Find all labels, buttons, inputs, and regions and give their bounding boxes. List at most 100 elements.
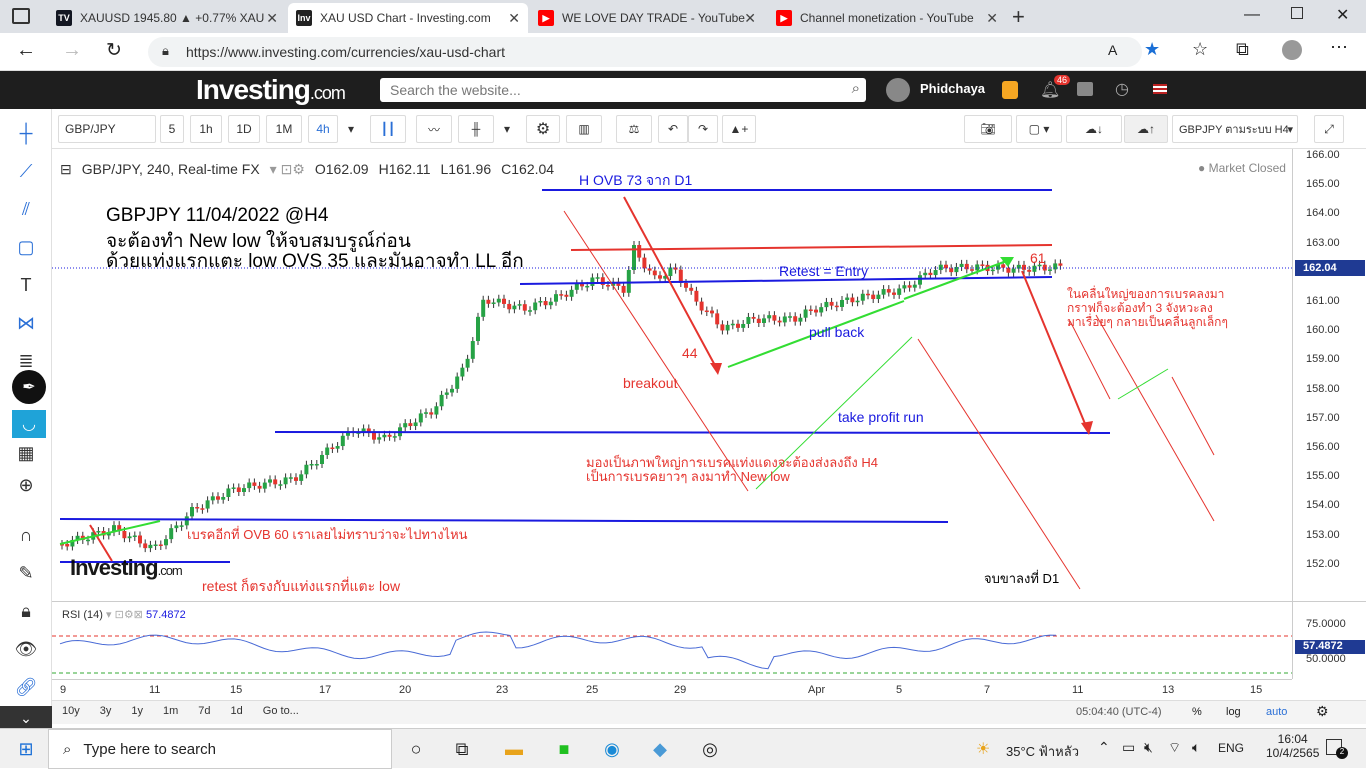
network-icon[interactable]: ▭	[1122, 739, 1135, 756]
restore-icon[interactable]	[1291, 7, 1303, 19]
chevron-down-icon[interactable]: ▾	[498, 115, 516, 143]
new-tab-icon[interactable]: +	[1012, 4, 1025, 30]
interval-1d[interactable]: 1D	[228, 115, 260, 143]
range-button[interactable]: 10y	[62, 705, 80, 717]
clock-icon[interactable]: ◷	[1115, 79, 1129, 99]
collapse-icon[interactable]: ⌄	[0, 706, 52, 730]
tab-xauusd[interactable]: TV XAUUSD 1945.80 ▲ +0.77% XAU ✕	[48, 3, 286, 33]
range-button[interactable]: 1m	[163, 705, 178, 717]
range-button[interactable]: 7d	[198, 705, 210, 717]
range-button[interactable]: Go to...	[263, 705, 299, 717]
speaker-icon[interactable]: 🔈︎	[1192, 739, 1200, 756]
us-flag-icon[interactable]	[1153, 84, 1167, 94]
pattern-icon[interactable]: ⋈	[12, 309, 40, 337]
tray-chevron-icon[interactable]: ⌃	[1098, 739, 1110, 756]
weather-text[interactable]: 35°C ฟ้าหลัว	[1006, 741, 1079, 762]
text-icon[interactable]: T	[12, 271, 40, 299]
compare-icon[interactable]: ⚖	[616, 115, 652, 143]
username[interactable]: Phidchaya	[920, 81, 985, 96]
chevron-down-icon[interactable]: ▾	[342, 115, 360, 143]
language-indicator[interactable]: ENG	[1218, 741, 1244, 755]
close-icon[interactable]: ✕	[266, 10, 278, 27]
layout-select[interactable]: ▢ ▾	[1016, 115, 1062, 143]
chart-area[interactable]: ⊟ GBP/JPY, 240, Real-time FX ▾ ⊡⚙ O162.0…	[52, 149, 1366, 730]
settings-gear-icon[interactable]: ⚙	[526, 115, 560, 143]
more-icon[interactable]: ⋯	[1330, 37, 1348, 58]
bars-icon[interactable]: ╫	[458, 115, 494, 143]
read-aloud-icon[interactable]: A	[1108, 42, 1117, 58]
back-icon[interactable]: ←	[16, 39, 36, 62]
symbol-input[interactable]: GBP/JPY	[58, 115, 156, 143]
close-icon[interactable]: ✕	[986, 10, 998, 27]
lock-drawing-icon[interactable]: ✎	[12, 559, 40, 587]
undo-icon[interactable]: ↶	[658, 115, 688, 143]
task-view-icon[interactable]: ⧉	[446, 734, 478, 764]
range-button[interactable]: 1d	[231, 705, 243, 717]
interval-4h[interactable]: 4h	[308, 115, 338, 143]
wifi-icon[interactable]: ⌔	[1168, 739, 1181, 757]
pen-icon[interactable]: ✒	[12, 370, 46, 404]
zoom-icon[interactable]: ⊕	[12, 471, 40, 499]
camera-icon[interactable]: 📷︎	[964, 115, 1012, 143]
fullscreen-icon[interactable]: ⤢	[1314, 115, 1344, 143]
collections-icon[interactable]: ⧉	[1236, 39, 1249, 60]
url-field[interactable]: 🔒︎ https://www.investing.com/currencies/…	[148, 37, 1142, 67]
window-close-icon[interactable]: ✕	[1336, 5, 1349, 25]
obs-icon[interactable]: ◎	[694, 734, 726, 764]
refresh-icon[interactable]: ↻	[106, 39, 122, 62]
percent-toggle[interactable]: %	[1192, 706, 1202, 718]
trendline-icon[interactable]: ⟋	[12, 157, 40, 185]
forward-icon[interactable]: →	[62, 39, 82, 62]
collapse-legend-icon[interactable]: ⊟	[60, 161, 72, 178]
eye-icon[interactable]: 👁︎	[12, 635, 40, 663]
site-logo[interactable]: Investing.com	[196, 74, 346, 106]
profile-avatar[interactable]	[1282, 40, 1302, 60]
interval-5m[interactable]: 5	[160, 115, 184, 143]
search-icon[interactable]: ⌕	[852, 80, 860, 97]
time-axis[interactable]: 9 11 15 17 20 23 25 29 Apr 5 7 11 13 15	[52, 679, 1292, 699]
line-app-icon[interactable]: ■	[548, 734, 580, 764]
user-avatar[interactable]	[886, 78, 910, 102]
favorite-star-icon[interactable]: ★	[1144, 39, 1160, 60]
link-icon[interactable]: 🔗︎	[12, 673, 40, 701]
ruler-icon[interactable]: ▦	[12, 439, 40, 467]
windows-start-icon[interactable]: ⊞	[10, 734, 42, 764]
alert-icon[interactable]: ▲+	[722, 115, 756, 143]
range-button[interactable]: 1y	[131, 705, 143, 717]
file-explorer-icon[interactable]: ▬	[498, 734, 530, 764]
volume-icon[interactable]: 🔇︎	[1144, 739, 1153, 756]
cortana-icon[interactable]: ○	[400, 734, 432, 764]
saved-layout-select[interactable]: GBPJPY ตามระบบ H4 ▾	[1172, 115, 1298, 143]
crosshair-icon[interactable]: ┼	[12, 119, 40, 147]
close-icon[interactable]: ✕	[508, 10, 520, 27]
area-chart-icon[interactable]: 〰	[416, 115, 452, 143]
indicators-icon[interactable]: ▥	[566, 115, 602, 143]
redo-icon[interactable]: ↷	[688, 115, 718, 143]
fib-icon[interactable]: ⫽	[12, 195, 40, 223]
tab-youtube-monetization[interactable]: ▶ Channel monetization - YouTube ✕	[768, 3, 1006, 33]
minimize-icon[interactable]: —	[1244, 6, 1260, 24]
tab-investing[interactable]: Inv XAU USD Chart - Investing.com ✕	[288, 3, 528, 33]
close-icon[interactable]: ✕	[744, 10, 756, 27]
settings-gear-icon[interactable]: ⚙	[1316, 703, 1329, 720]
magnet-icon[interactable]: ∩	[12, 521, 40, 549]
auto-toggle[interactable]: auto	[1266, 706, 1287, 718]
interval-1h[interactable]: 1h	[190, 115, 222, 143]
candles-icon[interactable]: ┃┃	[370, 115, 406, 143]
range-button[interactable]: 3y	[100, 705, 112, 717]
favorites-icon[interactable]: ☆	[1192, 39, 1208, 60]
log-toggle[interactable]: log	[1226, 706, 1241, 718]
notes-icon[interactable]: ◆	[644, 734, 676, 764]
portfolio-icon[interactable]	[1077, 82, 1093, 96]
taskbar-search[interactable]: ⌕ Type here to search	[48, 729, 392, 769]
clock[interactable]: 16:04 10/4/2565	[1266, 732, 1319, 760]
interval-1m[interactable]: 1M	[266, 115, 302, 143]
site-search-input[interactable]: Search the website... ⌕	[380, 78, 866, 102]
smile-icon[interactable]: ◡	[12, 410, 46, 438]
pro-icon[interactable]	[1002, 81, 1018, 99]
tab-actions-icon[interactable]	[12, 8, 30, 24]
edge-icon[interactable]: ◉	[596, 734, 628, 764]
cloud-download-icon[interactable]: ☁↓	[1066, 115, 1122, 143]
cloud-upload-icon[interactable]: ☁↑	[1124, 115, 1168, 143]
tab-youtube-daytrade[interactable]: ▶ WE LOVE DAY TRADE - YouTube ✕	[530, 3, 764, 33]
